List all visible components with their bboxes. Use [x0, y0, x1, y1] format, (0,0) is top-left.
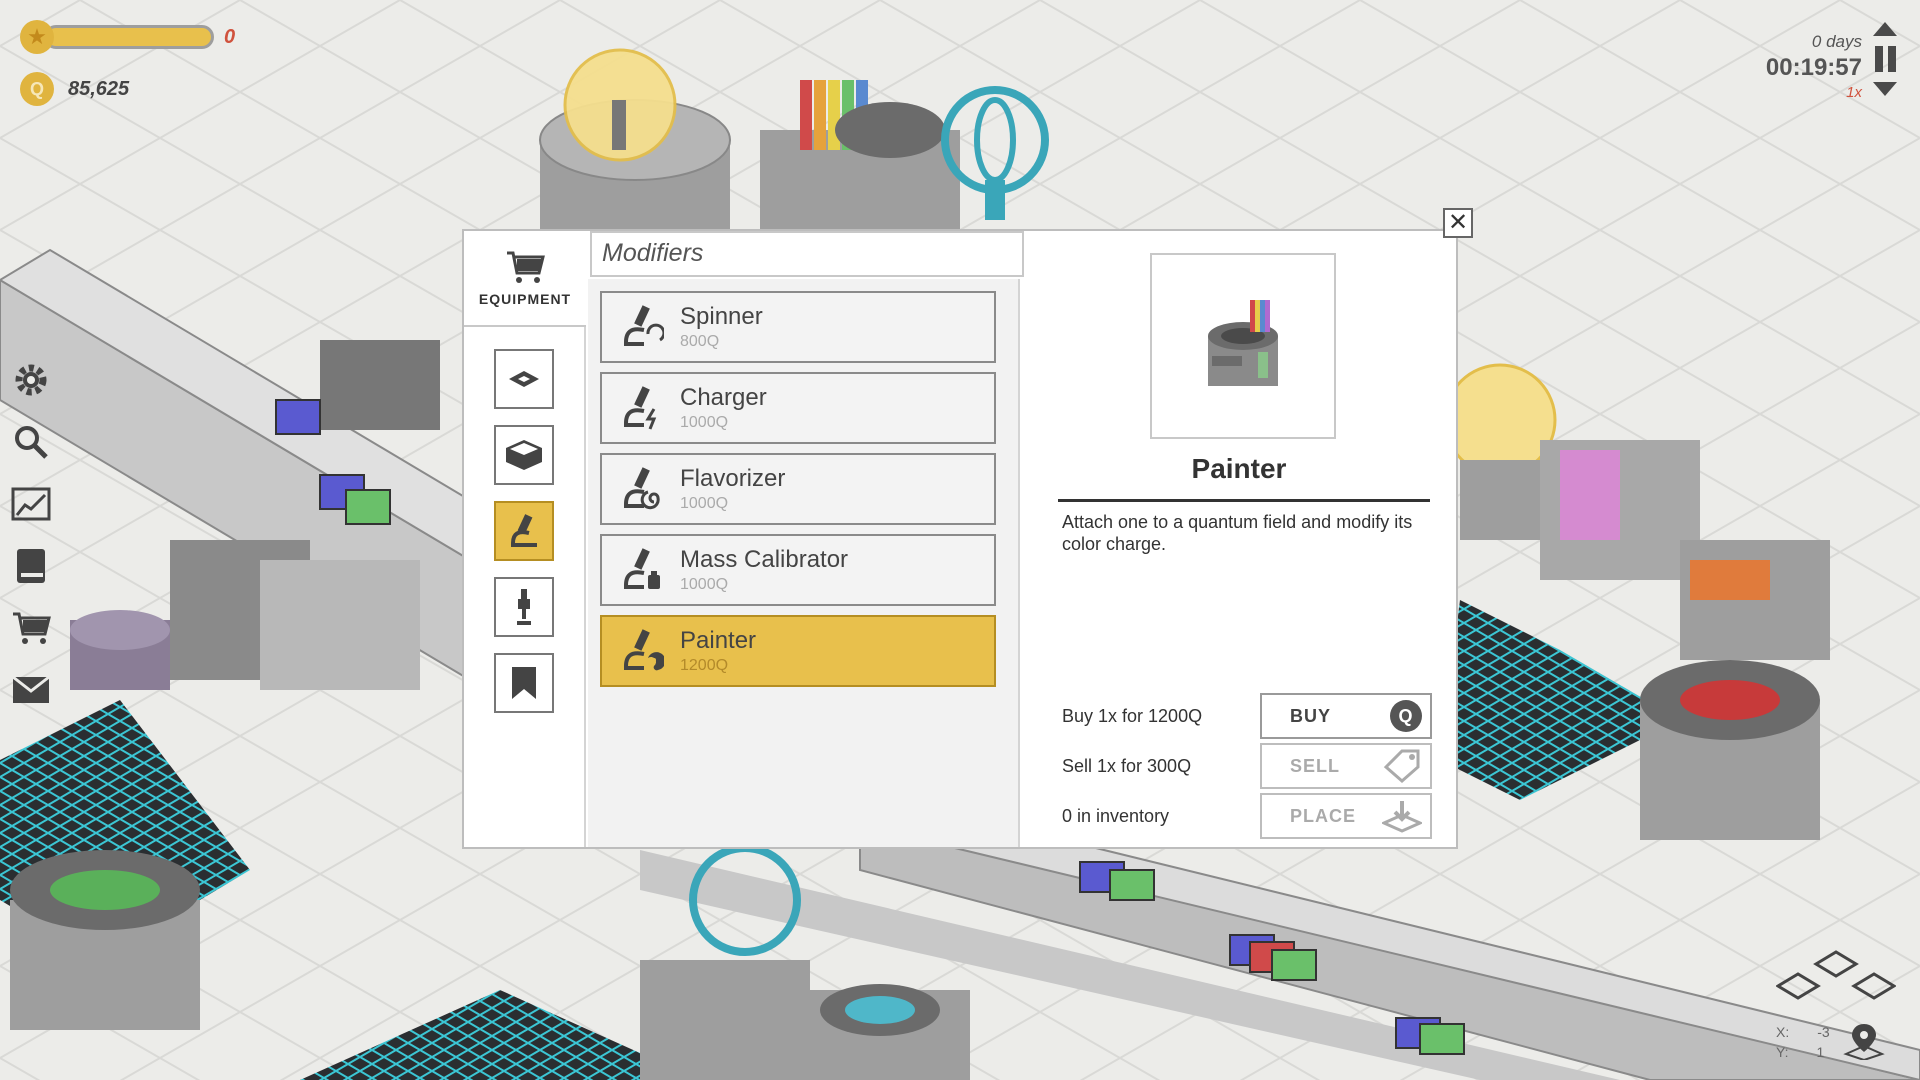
spinner-icon [612, 298, 670, 356]
left-toolbar [10, 362, 52, 708]
speed-indicator: 1x [1846, 84, 1862, 101]
category-modifiers[interactable] [494, 501, 554, 561]
item-price: 1200Q [680, 657, 729, 674]
item-name: Mass Calibrator [680, 546, 849, 573]
item-preview [1150, 253, 1336, 439]
x-label: X: [1776, 1024, 1790, 1040]
category-column: EQUIPMENT [464, 231, 586, 847]
sell-button[interactable]: SELL [1260, 743, 1432, 789]
cart-icon[interactable] [10, 610, 52, 646]
time-display: 0 days 00:19:57 1x [1766, 32, 1862, 101]
item-price: 1000Q [680, 576, 729, 593]
pipette-icon [517, 589, 531, 625]
item-price: 1000Q [680, 414, 729, 431]
flavorizer-icon [612, 460, 670, 518]
xp-bar [44, 25, 214, 49]
item-name: Flavorizer [680, 465, 786, 492]
coin-icon: Q [1390, 700, 1422, 732]
bookmark-icon [512, 667, 536, 699]
magnifier-icon[interactable] [10, 424, 52, 460]
pause-icon[interactable] [1874, 46, 1896, 72]
speed-down-icon[interactable] [1873, 82, 1897, 96]
category-conveyor[interactable] [494, 349, 554, 409]
coordinates: X: -3 Y: 1 [1776, 1022, 1830, 1062]
place-label: PLACE [1290, 805, 1357, 826]
location-pin-icon[interactable] [1842, 1020, 1886, 1060]
category-pipette[interactable] [494, 577, 554, 637]
coin-icon: Q [20, 72, 54, 106]
equipment-label: EQUIPMENT [478, 291, 572, 307]
item-price: 800Q [680, 333, 720, 350]
sell-price-text: Sell 1x for 300Q [1062, 755, 1192, 776]
microscope-icon [511, 514, 537, 547]
box-icon [506, 440, 542, 470]
days-counter: 0 days [1811, 32, 1862, 51]
sell-row: Sell 1x for 300Q SELL [1062, 743, 1432, 789]
tab-equipment[interactable]: EQUIPMENT [464, 231, 586, 327]
list-item-spinner[interactable]: Spinner 800Q [600, 291, 996, 363]
list-item-flavorizer[interactable]: Flavorizer 1000Q [600, 453, 996, 525]
conveyor-icon [509, 371, 539, 387]
item-name: Painter [680, 627, 757, 654]
equipment-shop-dialog: EQUIPMENT Modifiers Spinner 800Q Charger… [462, 229, 1458, 849]
list-item-mass-calibrator[interactable]: Mass Calibrator 1000Q [600, 534, 996, 606]
list-item-painter[interactable]: Painter 1200Q [600, 615, 996, 687]
chart-icon[interactable] [10, 486, 52, 522]
place-button[interactable]: PLACE [1260, 793, 1432, 839]
y-label: Y: [1776, 1044, 1789, 1060]
xp-value: 0 [224, 25, 236, 48]
divider [1058, 499, 1430, 502]
list-item-charger[interactable]: Charger 1000Q [600, 372, 996, 444]
item-price: 1000Q [680, 495, 729, 512]
xp-bar-group: ★ 0 [20, 20, 235, 54]
place-row: 0 in inventory PLACE [1062, 793, 1432, 839]
book-icon[interactable] [10, 548, 52, 584]
item-description: Attach one to a quantum field and modify… [1062, 512, 1413, 554]
star-icon: ★ [20, 20, 54, 54]
item-title: Painter [1191, 453, 1287, 484]
place-arrow-icon [1382, 801, 1422, 833]
mail-icon[interactable] [10, 672, 52, 708]
mass-calibrator-icon [612, 541, 670, 599]
item-detail-panel: Painter Attach one to a quantum field an… [1022, 231, 1456, 847]
buy-button[interactable]: BUY Q [1260, 693, 1432, 739]
sell-label: SELL [1290, 755, 1341, 776]
buy-row: Buy 1x for 1200Q BUY Q [1062, 693, 1432, 739]
cart-icon [507, 251, 545, 283]
time-controls [1872, 22, 1898, 96]
close-button[interactable]: ✕ [1443, 208, 1473, 238]
search-input[interactable]: Modifiers [590, 231, 1024, 277]
category-bookmark[interactable] [494, 653, 554, 713]
y-coord: 1 [1816, 1044, 1825, 1060]
item-name: Spinner [680, 303, 763, 330]
money-value: 85,625 [68, 77, 130, 100]
inventory-text: 0 in inventory [1062, 805, 1170, 826]
money-group: Q 85,625 [20, 72, 129, 106]
charger-icon [612, 379, 670, 437]
x-coord: -3 [1817, 1024, 1830, 1040]
painter-icon [612, 622, 670, 680]
buy-price-text: Buy 1x for 1200Q [1062, 705, 1203, 726]
buy-label: BUY [1290, 705, 1332, 726]
gear-icon[interactable] [10, 362, 52, 398]
speed-up-icon[interactable] [1873, 22, 1897, 36]
price-tag-icon [1383, 749, 1420, 783]
category-box[interactable] [494, 425, 554, 485]
item-list: Spinner 800Q Charger 1000Q Flavorizer 10… [588, 279, 1020, 847]
item-name: Charger [680, 384, 767, 411]
layers-icon[interactable] [1776, 946, 1896, 1006]
game-clock: 00:19:57 [1765, 54, 1862, 81]
painter-machine-icon [1208, 300, 1278, 386]
